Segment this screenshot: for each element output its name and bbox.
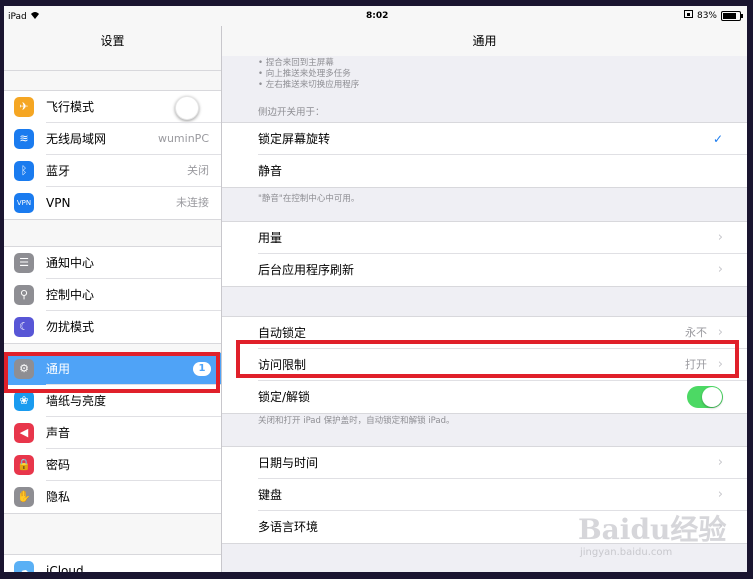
gesture-note: • 捏合来回到主屏幕 <box>258 58 334 68</box>
gesture-note: • 向上推送来处理多任务 <box>258 69 351 79</box>
chevron-right-icon: › <box>717 455 723 470</box>
lock-note: 关闭和打开 iPad 保护盖时，自动锁定和解锁 iPad。 <box>258 416 455 426</box>
sidebar-title: 设置 <box>4 26 221 71</box>
status-time: 8:02 <box>366 11 389 21</box>
sidebar-item-value: wuminPC <box>157 132 209 145</box>
status-left: iPad <box>8 11 40 22</box>
sidebar-item-label: 密码 <box>46 458 71 472</box>
sidebar-item[interactable]: ☁ iCloud <box>4 555 221 572</box>
speaker-icon: ◀ <box>14 423 34 443</box>
date-time-row[interactable]: 日期与时间 › <box>222 447 747 479</box>
lock-unlock-row: 锁定/解锁 <box>222 381 747 413</box>
sidebar-item[interactable]: ✋ 隐私 <box>4 481 221 513</box>
sidebar-item-value: 未连接 <box>176 196 209 209</box>
sidebar-group: ☁ iCloud <box>4 554 221 572</box>
option-label: 锁定屏幕旋转 <box>258 132 331 146</box>
row-label: 日期与时间 <box>258 456 319 470</box>
row-label: 多语言环境 <box>258 520 319 534</box>
sidebar-item-label: iCloud <box>46 564 84 572</box>
sidebar-item[interactable]: ⚲ 控制中心 <box>4 279 221 311</box>
checkmark-icon: ✓ <box>712 132 723 146</box>
rotation-lock-icon <box>683 10 693 21</box>
sidebar-item-value: 关闭 <box>187 164 209 177</box>
sidebar-item-label: 蓝牙 <box>46 164 71 178</box>
watermark-url: jingyan.baidu.com <box>580 547 673 558</box>
row-label: 锁定/解锁 <box>258 390 311 404</box>
sidebar-item-label: 无线局域网 <box>46 132 107 146</box>
sidebar-group: ✈ 飞行模式 ≋ 无线局域网 wuminPC ᛒ 蓝牙 关闭 VPN VPN 未连接 <box>4 90 221 220</box>
control-center-icon: ⚲ <box>14 285 34 305</box>
lock-rotation-option[interactable]: 锁定屏幕旋转 ✓ <box>222 123 747 155</box>
sidebar-item[interactable]: 🔒 密码 <box>4 449 221 481</box>
airplane-icon: ✈ <box>14 97 34 117</box>
highlight-general <box>4 352 220 393</box>
sidebar-item[interactable]: VPN VPN 未连接 <box>4 187 221 219</box>
status-right: 83% <box>683 10 743 21</box>
sidebar-item-label: 控制中心 <box>46 288 95 302</box>
notification-icon: ☰ <box>14 253 34 273</box>
sidebar-item-label: 通知中心 <box>46 256 95 270</box>
sidebar-item[interactable]: ≋ 无线局域网 wuminPC <box>4 123 221 155</box>
highlight-restrictions <box>236 340 739 378</box>
mute-note: "静音"在控制中心中可用。 <box>258 194 360 204</box>
side-switch-group: 锁定屏幕旋转 ✓ 静音 <box>222 122 747 188</box>
vpn-icon: VPN <box>14 193 34 213</box>
sidebar-item-label: 飞行模式 <box>46 100 95 114</box>
hand-icon: ✋ <box>14 487 34 507</box>
gesture-notes: • 捏合来回到主屏幕 • 向上推送来处理多任务 • 左右推送来切换应用程序 <box>258 58 359 91</box>
icloud-icon: ☁ <box>14 561 34 572</box>
chevron-right-icon: › <box>717 487 723 502</box>
background-refresh-row[interactable]: 后台应用程序刷新 › <box>222 254 747 286</box>
wallpaper-icon: ❀ <box>14 391 34 411</box>
chevron-right-icon: › <box>717 262 723 277</box>
option-label: 静音 <box>258 164 283 178</box>
sidebar-item[interactable]: ☾ 勿扰模式 <box>4 311 221 343</box>
general-settings-pane: 通用 • 捏合来回到主屏幕 • 向上推送来处理多任务 • 左右推送来切换应用程序… <box>222 26 747 572</box>
sidebar-item-label: 隐私 <box>46 490 71 504</box>
sidebar-item-label: 声音 <box>46 426 71 440</box>
sidebar-item-label: VPN <box>46 196 71 210</box>
pane-title: 通用 <box>222 26 747 56</box>
side-switch-header: 侧边开关用于： <box>258 107 325 118</box>
sidebar-item[interactable]: ᛒ 蓝牙 关闭 <box>4 155 221 187</box>
row-label: 键盘 <box>258 488 283 502</box>
wifi-icon: ≋ <box>14 129 34 149</box>
watermark-logo: Baidu经验 <box>578 513 727 546</box>
battery-percent: 83% <box>696 10 717 21</box>
lock-icon: 🔒 <box>14 455 34 475</box>
airplane-mode-toggle[interactable] <box>175 96 199 120</box>
sidebar-item[interactable]: ✈ 飞行模式 <box>4 91 221 123</box>
bluetooth-icon: ᛒ <box>14 161 34 181</box>
sidebar-item[interactable]: ☰ 通知中心 <box>4 247 221 279</box>
usage-row[interactable]: 用量 › <box>222 222 747 254</box>
battery-icon <box>721 10 743 21</box>
wifi-status-icon <box>30 12 40 22</box>
status-bar: iPad 8:02 83% <box>4 6 747 26</box>
moon-icon: ☾ <box>14 317 34 337</box>
mute-option[interactable]: 静音 <box>222 155 747 187</box>
sidebar-item[interactable]: ◀ 声音 <box>4 417 221 449</box>
ipad-screen: iPad 8:02 83% 设置 ✈ 飞行模式 ≋ 无线局域网 wuminPC ᛒ 蓝牙 关闭… <box>4 6 747 572</box>
lock-unlock-toggle[interactable] <box>687 386 723 408</box>
row-label: 用量 <box>258 231 283 245</box>
sidebar-item-label: 勿扰模式 <box>46 320 95 334</box>
settings-sidebar: 设置 ✈ 飞行模式 ≋ 无线局域网 wuminPC ᛒ 蓝牙 关闭 VPN VPN 未连接 ☰ 通知中心… <box>4 26 222 572</box>
gesture-note: • 左右推送来切换应用程序 <box>258 80 360 90</box>
keyboard-row[interactable]: 键盘 › <box>222 479 747 511</box>
device-name: iPad <box>8 12 27 22</box>
usage-group: 用量 › 后台应用程序刷新 › <box>222 221 747 287</box>
row-label: 后台应用程序刷新 <box>258 263 355 277</box>
sidebar-group: ☰ 通知中心 ⚲ 控制中心 ☾ 勿扰模式 <box>4 246 221 344</box>
chevron-right-icon: › <box>717 230 723 245</box>
